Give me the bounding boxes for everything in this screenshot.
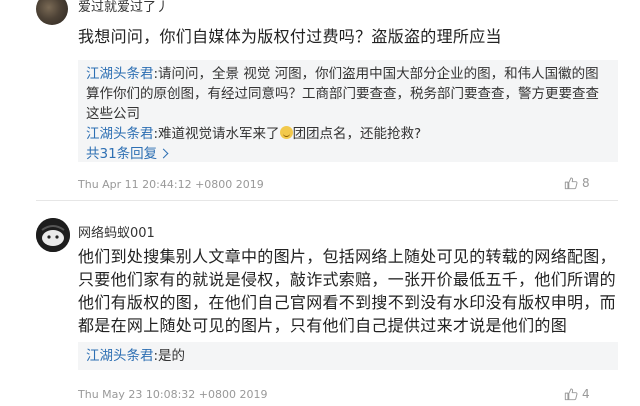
reply-box: 江湖头条君:请问问，全景 视觉 河图，你们盗用中国大部分企业的图，和伟人国徽的图…	[78, 60, 618, 162]
like-button[interactable]: 4	[564, 387, 590, 401]
like-count: 8	[582, 176, 590, 190]
avatar[interactable]	[36, 0, 68, 25]
reply-text: :难道视觉请水军来了	[153, 126, 280, 142]
comment-text: 他们到处搜集别人文章中的图片，包括网络上随处可见的转载的网络配图，只要他们家有的…	[78, 247, 616, 335]
timestamp: Thu May 23 10:08:32 +0800 2019	[78, 388, 268, 401]
reply-item: 江湖头条君:请问问，全景 视觉 河图，你们盗用中国大部分企业的图，和伟人国徽的图…	[86, 64, 610, 124]
smile-emoji-icon	[279, 126, 293, 139]
avatar-image	[36, 218, 70, 252]
comment-text: 我想问问，你们自媒体为版权付过费吗？盗版盗的理所应当	[78, 27, 502, 46]
like-button[interactable]: 8	[564, 176, 590, 190]
reply-text: :是的	[153, 348, 186, 364]
timestamp: Thu Apr 11 20:44:12 +0800 2019	[78, 178, 264, 191]
reply-box: 江湖头条君:是的	[78, 342, 618, 370]
reply-author[interactable]: 江湖头条君	[86, 348, 154, 364]
thumbs-up-icon	[564, 388, 578, 401]
like-count: 4	[582, 387, 590, 401]
reply-item: 江湖头条君:难道视觉请水军来了 团团点名，还能抢救?	[86, 124, 610, 144]
username[interactable]: 网络蚂蚁001	[78, 222, 155, 241]
more-replies-label: 共31条回复	[86, 146, 158, 162]
comment-item: 网络蚂蚁001 他们到处搜集别人文章中的图片，包括网络上随处可见的转载的网络配图…	[0, 206, 640, 406]
reply-text-after: 团团点名，还能抢救?	[292, 126, 422, 142]
reply-item: 江湖头条君:是的	[86, 346, 610, 366]
divider	[36, 200, 618, 201]
avatar[interactable]	[36, 218, 70, 252]
reply-author[interactable]: 江湖头条君	[86, 126, 154, 142]
more-replies-link[interactable]: 共31条回复	[86, 144, 610, 164]
username[interactable]: 爱过就爱过了丿	[78, 0, 169, 15]
reply-author[interactable]: 江湖头条君	[86, 66, 154, 82]
comment-item: 爱过就爱过了丿 我想问问，你们自媒体为版权付过费吗？盗版盗的理所应当 江湖头条君…	[0, 0, 640, 201]
thumbs-up-icon	[564, 177, 578, 190]
reply-text: :请问问，全景 视觉 河图，你们盗用中国大部分企业的图，和伟人国徽的图算作你们的…	[86, 66, 599, 122]
chevron-right-icon	[158, 148, 169, 159]
